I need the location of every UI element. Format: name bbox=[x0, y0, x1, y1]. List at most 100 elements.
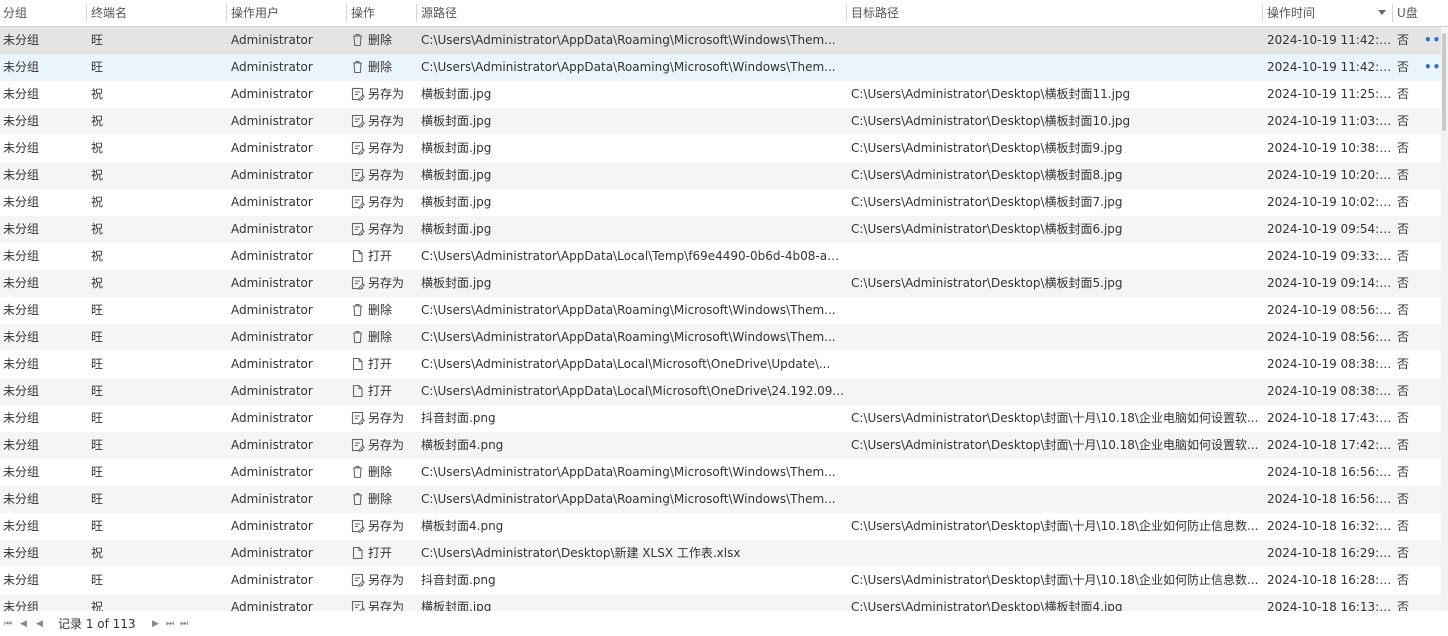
cell-group: 未分组 bbox=[3, 384, 40, 398]
cell-target-path bbox=[848, 243, 1262, 270]
cell-user: Administrator bbox=[231, 195, 313, 209]
prev-page-fast-icon[interactable]: ◀ bbox=[20, 612, 27, 636]
cell-time: 2024-10-19 09:14:36 bbox=[1267, 276, 1392, 290]
scrollbar-thumb[interactable] bbox=[1442, 33, 1446, 131]
cell-usb: 否 bbox=[1397, 222, 1410, 236]
col-header-group[interactable]: 分组 bbox=[0, 0, 86, 26]
table-row[interactable]: 未分组 旺 Administrator 打开 C:\Users\Administrato… bbox=[0, 351, 1448, 378]
col-header-operation[interactable]: 操作 bbox=[348, 0, 416, 26]
cell-operation-label: 另存为 bbox=[368, 411, 405, 425]
first-page-icon[interactable]: ⏮ bbox=[4, 612, 12, 636]
table-row[interactable]: 未分组 旺 Administrator 删除 C:\Users\Administrato… bbox=[0, 54, 1448, 81]
cell-group: 未分组 bbox=[3, 438, 40, 452]
table-row[interactable]: 未分组 旺 Administrator 另存为 横板封面4.png C:\Users\Ad… bbox=[0, 513, 1448, 540]
table-row[interactable]: 未分组 祝 Administrator 另存为 横板封面.jpg C:\Users\Adm… bbox=[0, 135, 1448, 162]
col-header-terminal[interactable]: 终端名 bbox=[88, 0, 226, 26]
col-resizer[interactable] bbox=[86, 4, 87, 22]
save-as-icon bbox=[351, 435, 366, 452]
cell-group: 未分组 bbox=[3, 249, 40, 263]
table-row[interactable]: 未分组 祝 Administrator 另存为 横板封面.jpg C:\Users\Adm… bbox=[0, 162, 1448, 189]
cell-operation: 删除 bbox=[348, 54, 416, 81]
cell-group: 未分组 bbox=[3, 330, 40, 344]
table-row[interactable]: 未分组 祝 Administrator 打开 C:\Users\Administrato… bbox=[0, 243, 1448, 270]
save-as-icon bbox=[351, 516, 366, 533]
table-row[interactable]: 未分组 祝 Administrator 另存为 横板封面.jpg C:\Users\Adm… bbox=[0, 594, 1448, 611]
cell-terminal: 旺 bbox=[91, 519, 104, 533]
table-row[interactable]: 未分组 祝 Administrator 另存为 横板封面.jpg C:\Users\Adm… bbox=[0, 189, 1448, 216]
cell-operation-label: 打开 bbox=[368, 249, 393, 263]
table-row[interactable]: 未分组 旺 Administrator 删除 C:\Users\Administrato… bbox=[0, 486, 1448, 513]
prev-page-icon[interactable]: ◀ bbox=[36, 612, 43, 636]
cell-terminal: 祝 bbox=[91, 141, 104, 155]
cell-operation-label: 另存为 bbox=[368, 573, 405, 587]
cell-target-path bbox=[848, 378, 1262, 405]
table-row[interactable]: 未分组 旺 Administrator 删除 C:\Users\Administrato… bbox=[0, 459, 1448, 486]
cell-operation: 删除 bbox=[348, 459, 416, 486]
cell-usb: 否 bbox=[1397, 303, 1410, 317]
cell-group: 未分组 bbox=[3, 141, 40, 155]
cell-operation: 另存为 bbox=[348, 567, 416, 594]
col-header-source-path[interactable]: 源路径 bbox=[418, 0, 846, 26]
col-header-user[interactable]: 操作用户 bbox=[228, 0, 346, 26]
cell-user: Administrator bbox=[231, 249, 313, 263]
cell-group: 未分组 bbox=[3, 87, 40, 101]
cell-target-path: C:\Users\Administrator\Desktop\横板封面6.jpg bbox=[851, 222, 1123, 236]
col-resizer[interactable] bbox=[1392, 4, 1393, 22]
cell-target-path bbox=[848, 351, 1262, 378]
table-row[interactable]: 未分组 旺 Administrator 另存为 横板封面4.png C:\Users\Ad… bbox=[0, 432, 1448, 459]
last-page-icon[interactable]: ⏭ bbox=[180, 612, 188, 636]
cell-user: Administrator bbox=[231, 330, 313, 344]
cell-operation-label: 另存为 bbox=[368, 114, 405, 128]
next-page-fast-icon[interactable]: ⏭ bbox=[166, 612, 174, 636]
cell-user: Administrator bbox=[231, 168, 313, 182]
col-resizer[interactable] bbox=[1262, 4, 1263, 22]
table-row[interactable]: 未分组 祝 Administrator 另存为 横板封面.jpg C:\Users\Adm… bbox=[0, 270, 1448, 297]
cell-group: 未分组 bbox=[3, 411, 40, 425]
col-resizer[interactable] bbox=[226, 4, 227, 22]
cell-terminal: 祝 bbox=[91, 546, 104, 560]
col-resizer[interactable] bbox=[846, 4, 847, 22]
cell-operation: 删除 bbox=[348, 27, 416, 54]
save-as-icon bbox=[351, 111, 366, 128]
cell-time: 2024-10-18 16:28:35 bbox=[1267, 573, 1392, 587]
table-row[interactable]: 未分组 旺 Administrator 打开 C:\Users\Administrato… bbox=[0, 378, 1448, 405]
table-row[interactable]: 未分组 祝 Administrator 另存为 横板封面.jpg C:\Users\Adm… bbox=[0, 108, 1448, 135]
next-page-icon[interactable]: ▶ bbox=[152, 612, 159, 636]
table-row[interactable]: 未分组 祝 Administrator 打开 C:\Users\Administrato… bbox=[0, 540, 1448, 567]
table-row[interactable]: 未分组 旺 Administrator 删除 C:\Users\Administrato… bbox=[0, 297, 1448, 324]
cell-target-path: C:\Users\Administrator\Desktop\横板封面5.jpg bbox=[851, 276, 1123, 290]
table-row[interactable]: 未分组 旺 Administrator 删除 C:\Users\Administrato… bbox=[0, 27, 1448, 54]
cell-target-path: C:\Users\Administrator\Desktop\横板封面7.jpg bbox=[851, 195, 1123, 209]
col-header-time[interactable]: 操作时间 bbox=[1264, 0, 1392, 26]
vertical-scrollbar[interactable] bbox=[1441, 27, 1448, 611]
col-resizer[interactable] bbox=[416, 4, 417, 22]
cell-source-path: 横板封面.jpg bbox=[421, 87, 492, 101]
col-header-target-path[interactable]: 目标路径 bbox=[848, 0, 1262, 26]
cell-time: 2024-10-18 17:42:33 bbox=[1267, 438, 1392, 452]
cell-source-path: 抖音封面.png bbox=[421, 411, 496, 425]
cell-user: Administrator bbox=[231, 546, 313, 560]
cell-group: 未分组 bbox=[3, 492, 40, 506]
table-row[interactable]: 未分组 旺 Administrator 另存为 抖音封面.png C:\Users\Adm… bbox=[0, 405, 1448, 432]
cell-source-path: 横板封面.jpg bbox=[421, 168, 492, 182]
cell-group: 未分组 bbox=[3, 276, 40, 290]
save-as-icon bbox=[351, 570, 366, 587]
table-row[interactable]: 未分组 祝 Administrator 另存为 横板封面.jpg C:\Users\Adm… bbox=[0, 81, 1448, 108]
cell-usb: 否 bbox=[1397, 357, 1410, 371]
file-icon bbox=[351, 246, 364, 263]
col-resizer[interactable] bbox=[346, 4, 347, 22]
cell-terminal: 旺 bbox=[91, 357, 104, 371]
table-row[interactable]: 未分组 旺 Administrator 另存为 抖音封面.png C:\Users\Adm… bbox=[0, 567, 1448, 594]
col-header-time-label: 操作时间 bbox=[1267, 6, 1316, 20]
cell-source-path: 横板封面.jpg bbox=[421, 114, 492, 128]
cell-operation: 另存为 bbox=[348, 216, 416, 243]
cell-usb: 否 bbox=[1397, 465, 1410, 479]
cell-terminal: 旺 bbox=[91, 465, 104, 479]
table-row[interactable]: 未分组 旺 Administrator 删除 C:\Users\Administrato… bbox=[0, 324, 1448, 351]
cell-operation-label: 另存为 bbox=[368, 195, 405, 209]
col-header-usb[interactable]: U盘 bbox=[1394, 0, 1424, 26]
cell-usb: 否 bbox=[1397, 249, 1410, 263]
cell-operation-label: 打开 bbox=[368, 384, 393, 398]
cell-terminal: 祝 bbox=[91, 87, 104, 101]
table-row[interactable]: 未分组 祝 Administrator 另存为 横板封面.jpg C:\Users\Adm… bbox=[0, 216, 1448, 243]
